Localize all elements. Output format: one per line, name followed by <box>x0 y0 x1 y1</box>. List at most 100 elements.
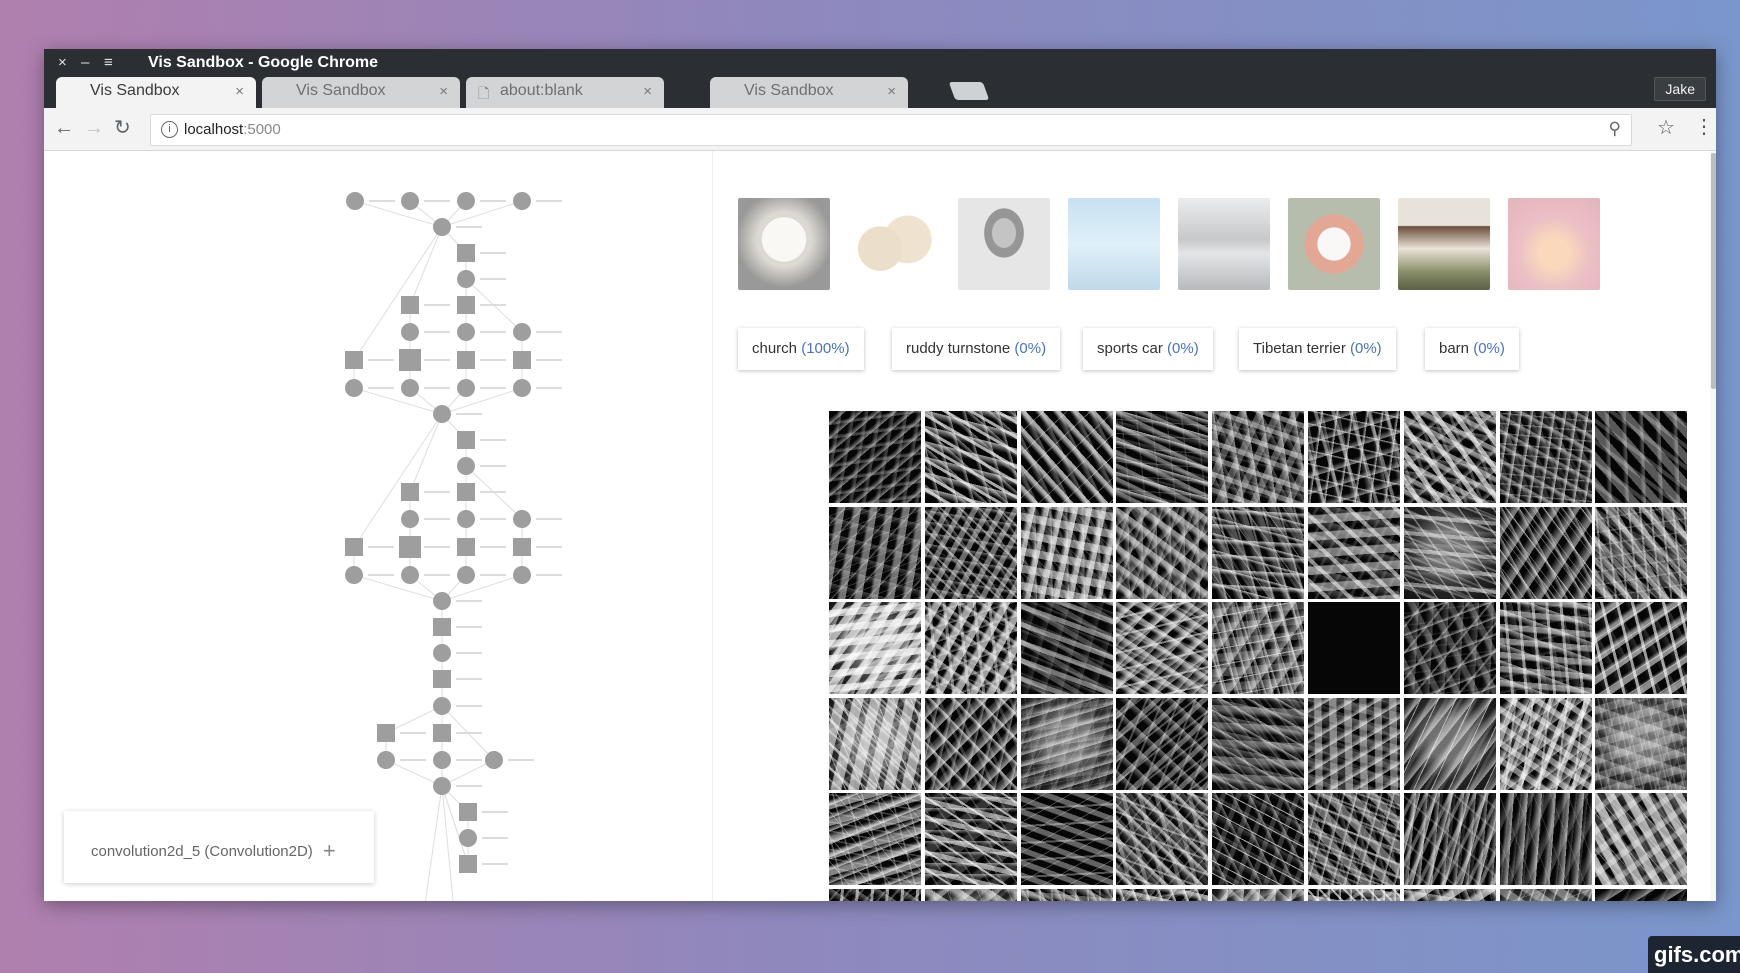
graph-node-square[interactable] <box>513 351 531 369</box>
scrollbar-thumb[interactable] <box>1711 153 1716 389</box>
tab-close-icon[interactable]: × <box>439 83 448 100</box>
feature-map-cell[interactable] <box>1116 697 1209 790</box>
feature-map-cell[interactable] <box>1595 888 1688 901</box>
graph-node-circle[interactable] <box>433 777 451 795</box>
tab-vis-sandbox-2[interactable]: Vis Sandbox × <box>262 77 460 108</box>
graph-node-circle[interactable] <box>433 218 451 236</box>
feature-map-cell[interactable] <box>829 506 921 599</box>
feature-map-cell[interactable] <box>1403 888 1496 901</box>
feature-map-cell[interactable] <box>1116 793 1209 885</box>
feature-map-cell[interactable] <box>1308 793 1400 885</box>
feature-map-cell[interactable] <box>829 602 921 694</box>
feature-map-cell[interactable] <box>1212 411 1305 503</box>
feature-map-cell[interactable] <box>1116 888 1209 901</box>
feature-map-cell[interactable] <box>1212 602 1305 694</box>
graph-node-circle[interactable] <box>457 566 475 584</box>
feature-map-cell[interactable] <box>1308 602 1400 694</box>
new-tab-button[interactable] <box>948 82 990 100</box>
feature-map-cell[interactable] <box>1499 602 1592 694</box>
graph-node-circle[interactable] <box>513 510 531 528</box>
feature-map-cell[interactable] <box>1020 888 1113 901</box>
graph-node-circle[interactable] <box>433 405 451 423</box>
image-thumbnail-deer-water[interactable] <box>1068 198 1160 290</box>
feature-map-cell[interactable] <box>924 602 1017 694</box>
graph-node-circle[interactable] <box>345 566 363 584</box>
feature-map-cell[interactable] <box>1595 697 1688 790</box>
feature-map-cell[interactable] <box>1308 411 1400 503</box>
graph-node-circle[interactable] <box>401 510 419 528</box>
profile-button[interactable]: Jake <box>1654 77 1706 101</box>
graph-node-square[interactable] <box>459 803 477 821</box>
graph-node-square[interactable] <box>457 244 475 262</box>
graph-node-circle[interactable] <box>433 644 451 662</box>
graph-node-circle[interactable] <box>401 379 419 397</box>
graph-node-circle[interactable] <box>457 457 475 475</box>
feature-map-cell[interactable] <box>1595 506 1688 599</box>
feature-map-cell[interactable] <box>1595 411 1688 503</box>
feature-map-cell[interactable] <box>1595 602 1688 694</box>
graph-node-circle[interactable] <box>457 510 475 528</box>
graph-node-circle[interactable] <box>513 192 531 210</box>
image-thumbnail-horse-sunset[interactable] <box>1508 198 1600 290</box>
scrollbar[interactable] <box>1710 151 1716 901</box>
feature-map-cell[interactable] <box>1212 506 1305 599</box>
feature-map-cell[interactable] <box>1116 602 1209 694</box>
feature-map-cell[interactable] <box>924 888 1017 901</box>
feature-map-cell[interactable] <box>1499 506 1592 599</box>
graph-node-circle[interactable] <box>485 751 503 769</box>
minimize-window-button[interactable]: – <box>81 55 89 71</box>
graph-node-circle[interactable] <box>433 592 451 610</box>
graph-node-circle[interactable] <box>377 751 395 769</box>
feature-map-cell[interactable] <box>1403 506 1496 599</box>
graph-node-circle[interactable] <box>457 323 475 341</box>
feature-map-cell[interactable] <box>1020 793 1113 885</box>
graph-node-circle[interactable] <box>433 751 451 769</box>
graph-node-square[interactable] <box>459 855 477 873</box>
tab-about-blank[interactable]: 🗋 about:blank × <box>466 77 664 108</box>
tab-vis-sandbox-3[interactable]: Vis Sandbox × <box>710 77 908 108</box>
tab-close-icon[interactable]: × <box>235 83 244 100</box>
feature-map-cell[interactable] <box>1020 602 1113 694</box>
image-thumbnail-house[interactable] <box>1398 198 1490 290</box>
feature-map-cell[interactable] <box>1499 793 1592 885</box>
info-icon[interactable]: i <box>161 121 178 138</box>
graph-node-square[interactable] <box>399 536 421 558</box>
graph-node-circle[interactable] <box>457 192 475 210</box>
star-icon[interactable]: ☆ <box>1657 115 1675 140</box>
graph-node-circle[interactable] <box>346 192 364 210</box>
graph-node-circle[interactable] <box>401 192 419 210</box>
graph-node-square[interactable] <box>457 431 475 449</box>
feature-map-cell[interactable] <box>1308 697 1400 790</box>
feature-map-cell[interactable] <box>924 697 1017 790</box>
feature-map-cell[interactable] <box>829 888 921 901</box>
image-thumbnail-puppy[interactable] <box>738 198 830 290</box>
graph-node-square[interactable] <box>345 538 363 556</box>
graph-node-circle[interactable] <box>457 270 475 288</box>
feature-map-cell[interactable] <box>1020 506 1113 599</box>
feature-map-cell[interactable] <box>1020 697 1113 790</box>
graph-node-circle[interactable] <box>513 566 531 584</box>
back-icon[interactable]: ← <box>54 117 74 139</box>
graph-node-circle[interactable] <box>401 323 419 341</box>
tab-vis-sandbox-1[interactable]: Vis Sandbox × <box>56 77 256 108</box>
graph-node-square[interactable] <box>433 724 451 742</box>
graph-node-circle[interactable] <box>459 829 477 847</box>
graph-node-square[interactable] <box>377 724 395 742</box>
feature-map-cell[interactable] <box>829 793 921 885</box>
feature-map-cell[interactable] <box>1308 506 1400 599</box>
graph-node-square[interactable] <box>401 296 419 314</box>
feature-map-cell[interactable] <box>829 411 921 503</box>
zoom-icon[interactable]: ⚲ <box>1609 119 1621 139</box>
graph-node-circle[interactable] <box>513 379 531 397</box>
graph-node-square[interactable] <box>513 538 531 556</box>
graph-node-square[interactable] <box>457 538 475 556</box>
feature-map-cell[interactable] <box>924 506 1017 599</box>
feature-map-cell[interactable] <box>1403 411 1496 503</box>
feature-map-cell[interactable] <box>1499 411 1592 503</box>
graph-node-square[interactable] <box>433 670 451 688</box>
graph-node-circle[interactable] <box>457 379 475 397</box>
maximize-window-button[interactable]: ≡ <box>104 55 113 71</box>
feature-map-cell[interactable] <box>829 697 921 790</box>
feature-map-cell[interactable] <box>1403 793 1496 885</box>
image-thumbnail-mountain-lake[interactable] <box>1178 198 1270 290</box>
